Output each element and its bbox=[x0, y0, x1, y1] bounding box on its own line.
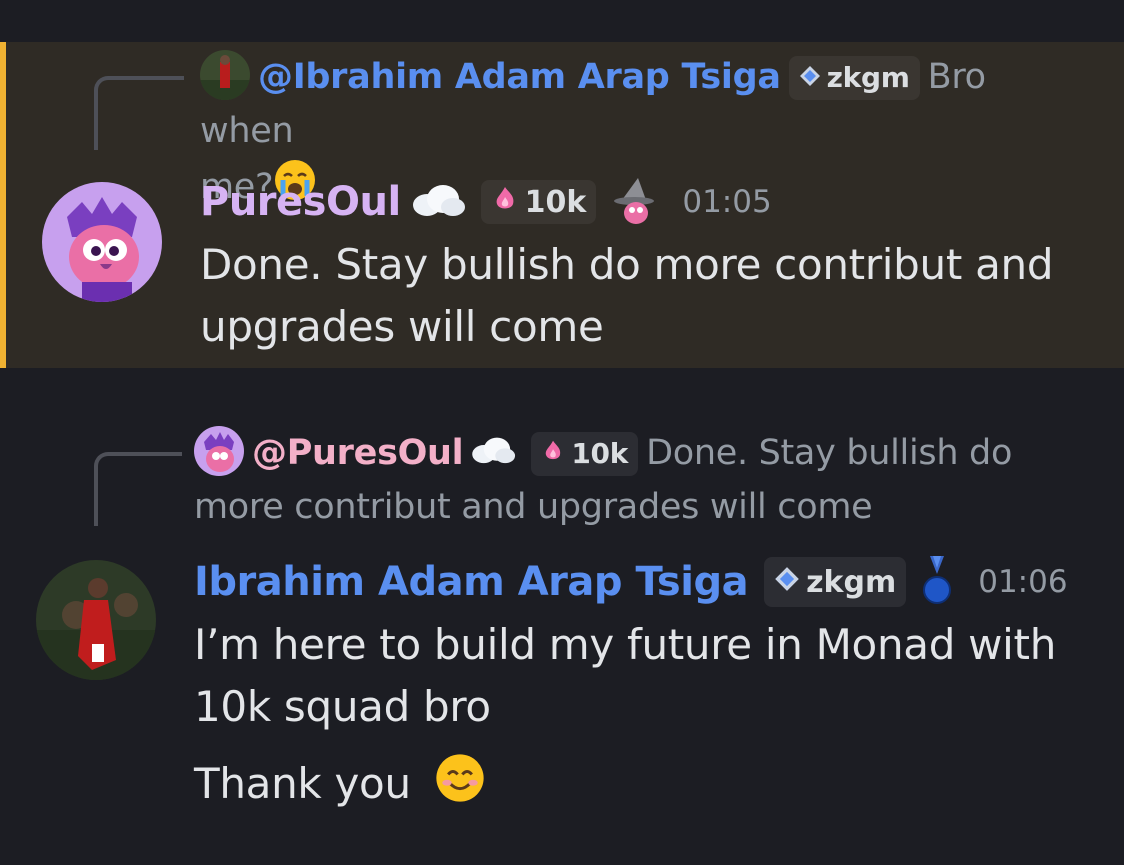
reply-text-before: Done. Stay bullish do bbox=[646, 433, 1013, 473]
message-line: Thank you bbox=[194, 752, 1064, 821]
message-content: I’m here to build my future in Monad wit… bbox=[194, 614, 1064, 821]
message-header: PuresOul 10k 01:05 bbox=[200, 172, 772, 232]
pink-flame-badge-icon bbox=[541, 427, 565, 481]
medal-icon bbox=[920, 554, 954, 610]
diamond-badge-icon bbox=[799, 51, 821, 105]
cloud-icon bbox=[467, 433, 517, 473]
reply-text-after: more contribut and upgrades will come bbox=[194, 487, 873, 527]
cloud-icon bbox=[407, 183, 467, 221]
mini-avatar-pureoul bbox=[194, 426, 244, 476]
message-line: I’m here to build my future in Monad wit… bbox=[194, 620, 1057, 669]
reply-tag-label: zkgm bbox=[826, 61, 910, 94]
message-line: upgrades will come bbox=[200, 302, 604, 351]
message-pureoul: @Ibrahim Adam Arap Tsiga zkgm Bro when me?… bbox=[0, 42, 1124, 368]
reply-spine bbox=[94, 76, 184, 150]
wizard-hat-icon bbox=[612, 176, 658, 228]
author-tag: 10k bbox=[480, 180, 597, 224]
author-name[interactable]: Ibrahim Adam Arap Tsiga bbox=[194, 559, 749, 605]
author-tag-label: zkgm bbox=[806, 564, 897, 600]
avatar-pureoul[interactable] bbox=[42, 182, 162, 302]
avatar-ibrahim[interactable] bbox=[36, 560, 156, 680]
smiling-face-emoji bbox=[434, 752, 486, 821]
message-line: 10k squad bro bbox=[194, 682, 491, 731]
mini-avatar-ibrahim bbox=[200, 50, 250, 100]
diamond-badge-icon bbox=[774, 566, 800, 599]
timestamp: 01:05 bbox=[682, 184, 772, 220]
message-line: Done. Stay bullish do more contribut and bbox=[200, 240, 1054, 289]
author-tag: zkgm bbox=[764, 557, 907, 607]
reply-mention[interactable]: @PuresOul bbox=[252, 433, 464, 473]
message-ibrahim: @PuresOul 10k Done. Stay bullish do more c… bbox=[0, 420, 1124, 840]
reply-tag: 10k bbox=[531, 432, 639, 476]
reply-preview[interactable]: @PuresOul 10k Done. Stay bullish do more c… bbox=[194, 426, 1088, 534]
thank-you-text: Thank you bbox=[194, 759, 411, 808]
reply-mention[interactable]: @Ibrahim Adam Arap Tsiga bbox=[258, 57, 781, 97]
reply-tag-label: 10k bbox=[571, 437, 629, 470]
reply-tag: zkgm bbox=[788, 56, 920, 100]
message-header: Ibrahim Adam Arap Tsiga zkgm 01:06 bbox=[194, 552, 1068, 612]
pink-flame-badge-icon bbox=[491, 185, 519, 220]
timestamp: 01:06 bbox=[978, 564, 1068, 600]
author-name[interactable]: PuresOul bbox=[200, 179, 401, 225]
reply-spine bbox=[94, 452, 182, 526]
author-tag-label: 10k bbox=[524, 184, 587, 220]
message-content: Done. Stay bullish do more contribut and… bbox=[200, 234, 1064, 358]
